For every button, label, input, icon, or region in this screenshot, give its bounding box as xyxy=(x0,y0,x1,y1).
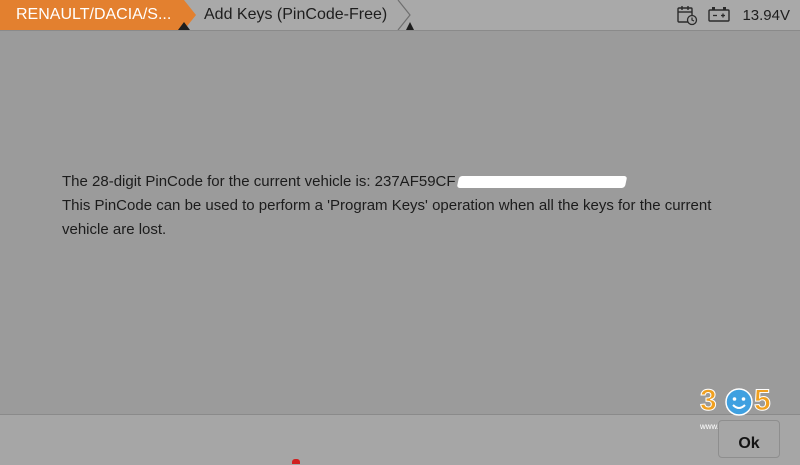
battery-icon xyxy=(708,7,731,22)
tab-vehicle-brand[interactable]: RENAULT/DACIA/S... xyxy=(0,0,196,30)
watermark-digit-1: 3 xyxy=(700,384,718,418)
calendar-clock-icon[interactable] xyxy=(676,4,698,26)
pincode-line: The 28-digit PinCode for the current veh… xyxy=(62,170,722,194)
pincode-message: The 28-digit PinCode for the current veh… xyxy=(62,170,722,242)
smiley-icon xyxy=(725,388,753,416)
tab-vehicle-brand-label: RENAULT/DACIA/S... xyxy=(16,6,172,23)
status-area: 13.94V xyxy=(676,4,790,26)
tab-notch-icon xyxy=(178,22,190,30)
voltage-readout: 13.94V xyxy=(742,6,790,24)
pincode-usage-text: This PinCode can be used to perform a 'P… xyxy=(62,197,712,238)
tab-add-keys[interactable]: Add Keys (PinCode-Free) xyxy=(196,0,414,30)
bottom-indicator xyxy=(292,459,300,464)
ok-button[interactable]: Ok xyxy=(718,420,780,458)
ok-button-label: Ok xyxy=(738,435,760,452)
watermark-digit-3: 5 xyxy=(754,384,772,418)
top-bar: RENAULT/DACIA/S... Add Keys (PinCode-Fre… xyxy=(0,0,800,31)
tab-arrow-icon xyxy=(397,0,414,30)
redaction-mark xyxy=(456,176,627,189)
tab-add-keys-label: Add Keys (PinCode-Free) xyxy=(204,6,388,23)
pincode-text: The 28-digit PinCode for the current veh… xyxy=(62,173,456,190)
bottom-bar xyxy=(0,414,800,465)
